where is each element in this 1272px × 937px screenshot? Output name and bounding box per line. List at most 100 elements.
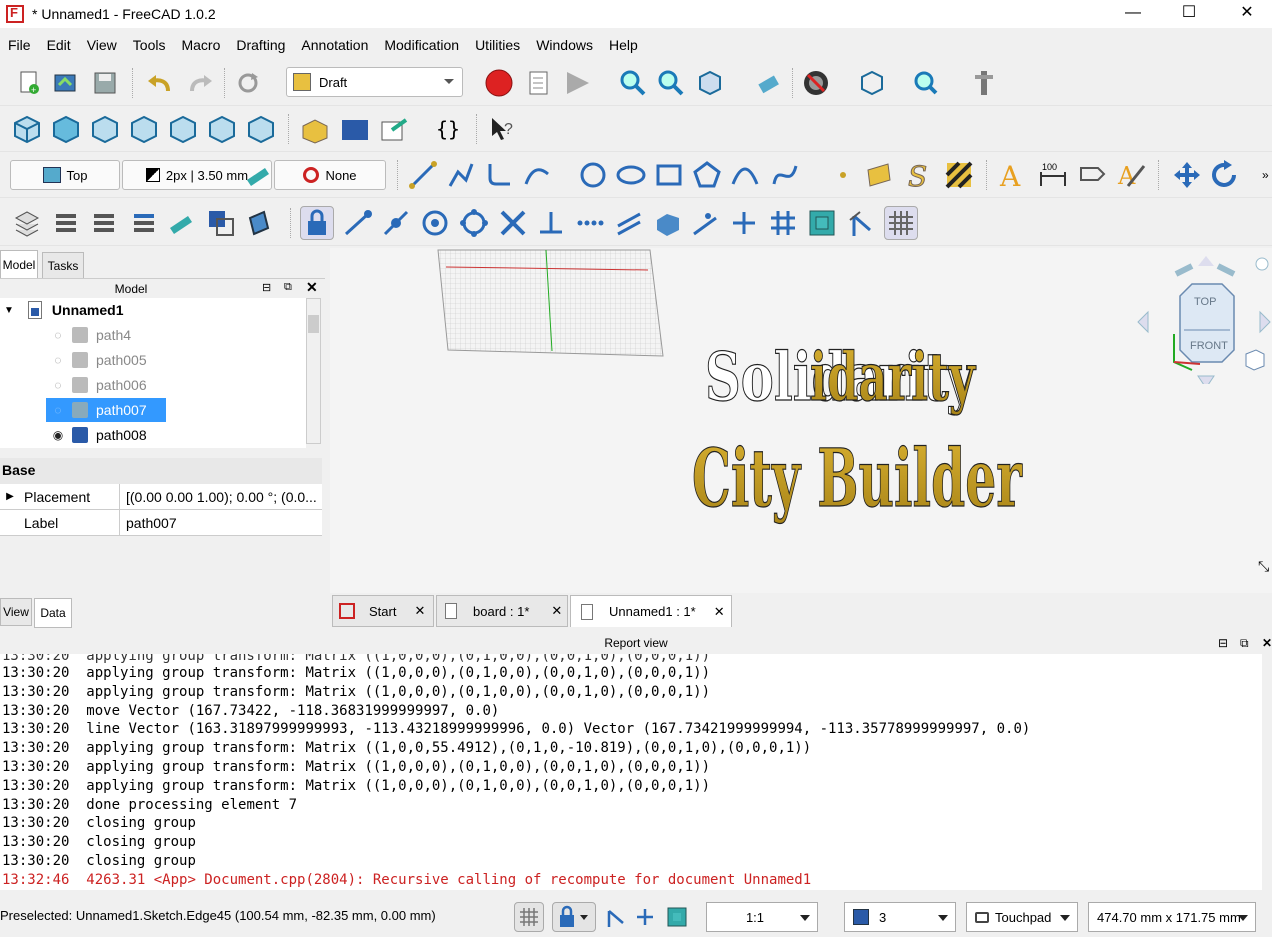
snap-grid-icon[interactable] — [768, 208, 798, 238]
tab-tasks[interactable]: Tasks — [42, 252, 84, 280]
view-bottom-icon[interactable] — [207, 114, 237, 144]
fit-all-icon[interactable] — [618, 68, 648, 98]
snap-intersection-icon[interactable] — [498, 208, 528, 238]
bezier-curve-icon[interactable] — [770, 160, 800, 190]
undo-icon[interactable] — [145, 68, 175, 98]
variable-set-icon[interactable]: {} — [434, 114, 464, 144]
toolbar-overflow-icon[interactable]: » — [1262, 168, 1269, 182]
workbench-selector[interactable]: Draft — [286, 67, 463, 97]
line-icon[interactable] — [408, 160, 438, 190]
working-plane-button[interactable]: Top — [10, 160, 120, 190]
3d-viewport[interactable]: Solidarity idarity City Builder TOP FRON… — [330, 248, 1272, 593]
what-is-this-icon[interactable] — [912, 68, 942, 98]
fillet-icon[interactable] — [484, 160, 514, 190]
save-document-icon[interactable] — [90, 68, 120, 98]
annotation-styles-icon[interactable]: A — [1116, 160, 1146, 190]
fit-selection-icon[interactable] — [656, 68, 686, 98]
panel-undock-icon[interactable]: ⧉ — [284, 281, 292, 294]
new-document-icon[interactable]: + — [14, 68, 44, 98]
facebinder-icon[interactable] — [864, 160, 894, 190]
navcube-top-label[interactable]: TOP — [1194, 296, 1216, 308]
menu-modification[interactable]: Modification — [376, 37, 467, 53]
property-value[interactable]: path007 — [120, 515, 177, 531]
snap-working-plane-icon[interactable] — [807, 208, 837, 238]
tree-item[interactable]: ◉ path008 — [50, 423, 147, 447]
view-right-icon[interactable] — [129, 114, 159, 144]
navigation-cube[interactable]: TOP FRONT — [1136, 254, 1272, 389]
view-front-icon[interactable] — [51, 114, 81, 144]
snap-center-icon[interactable] — [420, 208, 450, 238]
close-tab-icon[interactable]: ✕ — [414, 603, 425, 619]
record-macro-icon[interactable] — [484, 68, 514, 98]
snap-near-icon[interactable] — [690, 208, 720, 238]
scrollbar-thumb[interactable] — [308, 315, 319, 333]
tab-start[interactable]: Start ✕ — [332, 595, 434, 627]
dimension-icon[interactable]: 100 — [1038, 160, 1068, 190]
menu-macro[interactable]: Macro — [173, 37, 228, 53]
menu-utilities[interactable]: Utilities — [467, 37, 528, 53]
polygon-icon[interactable] — [692, 160, 722, 190]
snap-ortho-status-icon[interactable] — [630, 902, 660, 932]
snap-extension-icon[interactable] — [575, 208, 605, 238]
tree-item[interactable]: ◌ path4 — [50, 323, 131, 347]
view-left-icon[interactable] — [246, 114, 276, 144]
menu-tools[interactable]: Tools — [125, 37, 174, 53]
navigation-style-selector[interactable]: Touchpad — [966, 902, 1078, 932]
report-view[interactable]: 13:30:20 applying group transform: Matri… — [0, 654, 1262, 890]
close-tab-icon[interactable]: ✕ — [714, 604, 725, 620]
toggle-grid-icon[interactable] — [884, 206, 918, 240]
rotate-icon[interactable] — [1210, 160, 1240, 190]
redo-icon[interactable] — [185, 68, 215, 98]
auto-group-icon[interactable] — [243, 160, 273, 190]
menu-annotation[interactable]: Annotation — [293, 37, 376, 53]
working-plane-proxy-icon[interactable] — [244, 208, 274, 238]
snap-dimensions-icon[interactable] — [846, 208, 876, 238]
run-macro-icon[interactable] — [562, 68, 592, 98]
close-button[interactable]: ✕ — [1218, 0, 1272, 28]
add-to-group-icon[interactable] — [50, 208, 80, 238]
menu-drafting[interactable]: Drafting — [228, 37, 293, 53]
rectangle-icon[interactable] — [654, 160, 684, 190]
tab-unnamed1[interactable]: Unnamed1 : 1* ✕ — [570, 595, 732, 627]
scale-selector[interactable]: 1:1 — [706, 902, 818, 932]
add-to-construction-icon[interactable] — [128, 208, 158, 238]
eye-hidden-icon[interactable]: ◌ — [50, 403, 66, 417]
snap-group-button[interactable]: None — [274, 160, 386, 190]
grid-toggle-icon[interactable] — [514, 902, 544, 932]
snap-endpoint-icon[interactable] — [342, 208, 372, 238]
point-icon[interactable] — [828, 160, 858, 190]
select-group-icon[interactable] — [88, 208, 118, 238]
menu-file[interactable]: File — [0, 37, 39, 53]
minimize-button[interactable]: — — [1104, 0, 1162, 28]
group-folder-icon[interactable] — [340, 114, 370, 144]
close-tab-icon[interactable]: ✕ — [551, 603, 562, 619]
shapestring-icon[interactable]: S — [904, 160, 934, 190]
tree-item[interactable]: ◌ path006 — [50, 373, 147, 397]
panel-close-icon[interactable]: ✕ — [306, 279, 318, 296]
tree-item[interactable]: ◌ path005 — [50, 348, 147, 372]
hatch-icon[interactable] — [944, 160, 974, 190]
tab-view[interactable]: View — [0, 598, 32, 626]
bspline-icon[interactable] — [730, 160, 760, 190]
eye-hidden-icon[interactable]: ◌ — [50, 378, 66, 392]
maximize-button[interactable]: ☐ — [1160, 0, 1218, 28]
menu-windows[interactable]: Windows — [528, 37, 601, 53]
layer-selector[interactable]: 3 — [844, 902, 956, 932]
text-icon[interactable]: A — [998, 160, 1028, 190]
snap-working-plane-status-icon[interactable] — [662, 902, 692, 932]
property-row-placement[interactable]: ▶ Placement [(0.00 0.00 1.00); 0.00 °; (… — [0, 483, 322, 510]
move-icon[interactable] — [1172, 160, 1202, 190]
snap-lock-status-icon[interactable] — [552, 902, 596, 932]
measure-tool-icon[interactable] — [970, 68, 1000, 98]
menu-help[interactable]: Help — [601, 37, 646, 53]
expand-arrow-icon[interactable]: ▶ — [0, 491, 20, 502]
open-document-icon[interactable] — [50, 68, 80, 98]
panel-float-icon[interactable]: ⊟ — [1218, 636, 1228, 650]
snap-special-icon[interactable] — [653, 208, 683, 238]
menu-view[interactable]: View — [79, 37, 125, 53]
ellipse-icon[interactable] — [616, 160, 646, 190]
snap-perpendicular-icon[interactable] — [536, 208, 566, 238]
snap-midpoint-icon[interactable] — [381, 208, 411, 238]
layer-manager-icon[interactable] — [12, 208, 42, 238]
link-icon[interactable] — [380, 114, 410, 144]
